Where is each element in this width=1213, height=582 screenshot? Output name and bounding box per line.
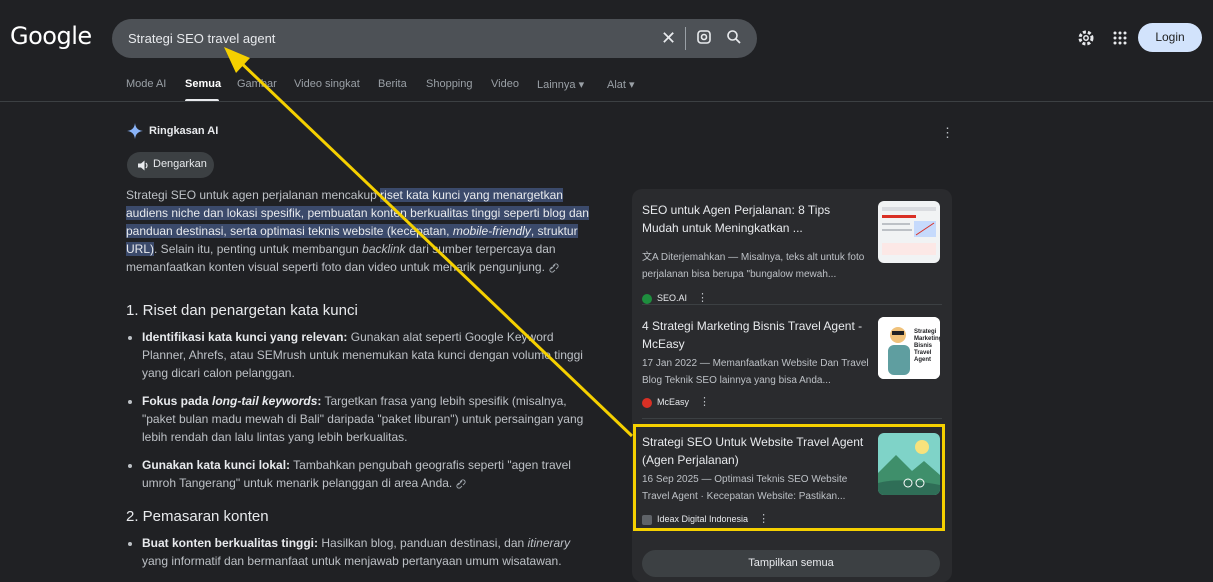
search-box[interactable]: Strategi SEO travel agent ✕ — [112, 19, 757, 58]
source-title[interactable]: 4 Strategi Marketing Bisnis Travel Agent… — [642, 317, 870, 353]
intro-after: . Selain itu, penting untuk membangun — [154, 242, 363, 256]
tab-semua[interactable]: Semua — [185, 78, 221, 90]
tab-lainnya[interactable]: Lainnya ▾ — [537, 78, 584, 91]
source-site[interactable]: SEO.AI ⋮ — [642, 291, 708, 304]
source-snippet: 文A Diterjemahkan — Misalnya, teks alt un… — [642, 252, 865, 280]
tab-shopping[interactable]: Shopping — [426, 78, 473, 90]
card-divider — [642, 304, 942, 305]
source-snippet: 17 Jan 2022 — Memanfaatkan Website Dan T… — [642, 358, 869, 386]
thumbnail-text: Strategi Marketing Bisnis Travel Agent — [914, 329, 940, 363]
tab-berita[interactable]: Berita — [378, 78, 407, 90]
clear-icon[interactable]: ✕ — [661, 28, 676, 49]
tab-mode-ai[interactable]: Mode AI — [126, 78, 166, 90]
google-lens-icon[interactable] — [696, 29, 712, 45]
item-em: itinerary — [527, 536, 571, 550]
highlight-box — [633, 424, 945, 531]
source-card[interactable]: 4 Strategi Marketing Bisnis Travel Agent… — [642, 317, 942, 417]
site-favicon — [642, 397, 652, 408]
tab-alat[interactable]: Alat ▾ — [607, 78, 635, 91]
gear-icon[interactable] — [1077, 29, 1095, 47]
link-icon[interactable] — [456, 479, 466, 489]
item-bold: Gunakan kata kunci lokal: — [142, 458, 291, 472]
list-item: Fokus pada long-tail keywords: Targetkan… — [142, 392, 596, 446]
item-em: long-tail keywords — [212, 394, 318, 408]
site-name: SEO.AI — [657, 293, 688, 303]
list-item: Identifikasi kata kunci yang relevan: Gu… — [142, 328, 596, 382]
more-options-icon[interactable]: ⋮ — [941, 125, 954, 141]
listen-label: Dengarkan — [153, 158, 207, 170]
list-item: Gunakan kata kunci lokal: Tambahkan peng… — [142, 456, 596, 492]
highlight-em: mobile-friendly — [452, 224, 531, 238]
site-favicon — [642, 293, 652, 304]
source-title[interactable]: SEO untuk Agen Perjalanan: 8 Tips Mudah … — [642, 201, 870, 237]
intro-em: backlink — [362, 242, 406, 256]
speaker-icon — [138, 160, 148, 171]
item-text: Hasilkan blog, panduan destinasi, dan — [318, 536, 528, 550]
link-icon[interactable] — [549, 263, 559, 273]
header-divider — [0, 101, 1213, 102]
intro-text: Strategi SEO untuk agen perjalanan menca… — [126, 188, 381, 202]
show-all-button[interactable]: Tampilkan semua — [642, 550, 940, 577]
item-bold: Buat konten berkualitas tinggi: — [142, 536, 319, 550]
tab-gambar[interactable]: Gambar — [237, 78, 277, 90]
source-thumbnail[interactable] — [878, 201, 940, 263]
apps-grid-icon[interactable] — [1112, 30, 1128, 46]
listen-button[interactable]: Dengarkan — [127, 152, 214, 178]
source-site[interactable]: McEasy ⋮ — [642, 395, 710, 408]
list-item: Buat konten berkualitas tinggi: Hasilkan… — [142, 534, 596, 570]
more-options-icon[interactable]: ⋮ — [699, 396, 710, 408]
ai-overview-content: Strategi SEO untuk agen perjalanan menca… — [126, 186, 596, 580]
ai-intro-paragraph: Strategi SEO untuk agen perjalanan menca… — [126, 186, 596, 276]
tab-video[interactable]: Video — [491, 78, 519, 90]
source-card[interactable]: SEO untuk Agen Perjalanan: 8 Tips Mudah … — [642, 201, 942, 304]
item-bold: Identifikasi kata kunci yang relevan: — [142, 330, 348, 344]
item-text: yang informatif dan bermanfaat untuk men… — [142, 554, 562, 568]
ai-overview-title: Ringkasan AI — [149, 125, 219, 137]
sparkle-icon — [127, 123, 143, 139]
section-heading-2: 2. Pemasaran konten — [126, 508, 269, 525]
search-input[interactable]: Strategi SEO travel agent — [128, 31, 275, 46]
search-icon[interactable] — [726, 29, 742, 45]
section-heading-1: 1. Riset dan penargetan kata kunci — [126, 302, 358, 319]
card-divider — [642, 418, 942, 419]
tab-video-singkat[interactable]: Video singkat — [294, 78, 360, 90]
site-name: McEasy — [657, 397, 690, 407]
source-thumbnail[interactable]: Strategi Marketing Bisnis Travel Agent — [878, 317, 940, 379]
login-button[interactable]: Login — [1138, 23, 1202, 52]
search-divider — [685, 27, 686, 50]
google-logo[interactable]: Google — [10, 22, 92, 50]
item-bold: Fokus pada — [142, 394, 213, 408]
more-options-icon[interactable]: ⋮ — [697, 292, 708, 304]
